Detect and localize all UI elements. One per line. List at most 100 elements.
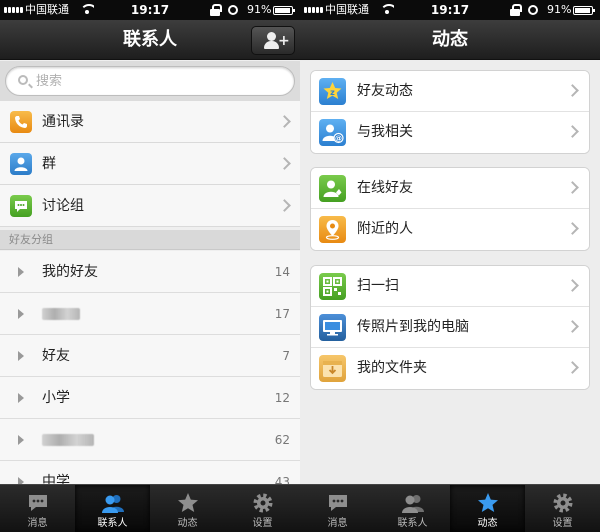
chevron-right-icon	[278, 157, 291, 170]
tab-settings[interactable]: 设置	[525, 485, 600, 532]
friend-group-row[interactable]: 62	[0, 419, 300, 461]
section-header: 好友分组	[0, 230, 300, 250]
tab-messages[interactable]: 消息	[300, 485, 375, 532]
friend-group-row[interactable]: 小学 12	[0, 377, 300, 419]
search-icon	[18, 75, 28, 85]
group-name: 好友	[42, 348, 70, 364]
svg-text:@: @	[335, 135, 342, 143]
row-address-book[interactable]: 通讯录	[0, 101, 300, 143]
row-label: 传照片到我的电脑	[357, 319, 469, 335]
svg-text:z: z	[330, 88, 335, 97]
star-icon	[177, 493, 198, 512]
contacts-icon	[401, 495, 424, 513]
expand-arrow-icon	[18, 351, 24, 361]
folder-icon	[319, 355, 346, 382]
battery-percent: 91%	[547, 3, 572, 16]
row-friend-feed[interactable]: z 好友动态	[311, 71, 589, 112]
tab-feeds[interactable]: 动态	[450, 485, 525, 532]
search-bar	[0, 61, 300, 101]
group-name: 小学	[42, 390, 70, 406]
tab-label: 设置	[252, 518, 273, 529]
feeds-card: z 好友动态 @ 与我相关	[310, 70, 590, 154]
group-name: 我的好友	[42, 264, 98, 280]
tab-label: 动态	[477, 518, 498, 529]
online-friends-icon	[319, 175, 346, 202]
tab-settings[interactable]: 设置	[225, 485, 300, 532]
row-send-photos[interactable]: 传照片到我的电脑	[311, 307, 589, 348]
search-box[interactable]	[5, 66, 295, 96]
message-icon	[28, 495, 47, 511]
row-my-folder[interactable]: 我的文件夹	[311, 348, 589, 389]
row-label: 扫一扫	[357, 278, 399, 294]
row-scan[interactable]: 扫一扫	[311, 266, 589, 307]
nav-bar: 联系人 +	[0, 20, 300, 60]
group-icon	[10, 153, 32, 175]
expand-arrow-icon	[18, 393, 24, 403]
chevron-right-icon	[566, 125, 579, 138]
chevron-right-icon	[566, 279, 579, 292]
row-label: 在线好友	[357, 180, 413, 196]
row-groups[interactable]: 群	[0, 143, 300, 185]
alarm-icon	[528, 5, 538, 15]
group-count: 7	[282, 349, 290, 363]
contacts-icon	[101, 495, 124, 513]
tab-contacts[interactable]: 联系人	[75, 485, 150, 532]
feeds-card: 扫一扫 传照片到我的电脑 我的文件夹	[310, 265, 590, 390]
status-bar: 中国联通 19:17 91%	[0, 0, 300, 20]
row-nearby[interactable]: 附近的人	[311, 209, 589, 250]
contacts-screen: 中国联通 19:17 91% 联系人 + 通讯录 群	[0, 0, 300, 532]
chevron-right-icon	[566, 320, 579, 333]
tab-label: 消息	[327, 518, 348, 529]
group-count: 12	[274, 391, 290, 405]
chevron-right-icon	[566, 84, 579, 97]
group-count: 14	[274, 265, 290, 279]
group-count: 62	[274, 433, 290, 447]
battery-level	[575, 8, 590, 13]
computer-icon	[319, 314, 346, 341]
chevron-right-icon	[566, 181, 579, 194]
chevron-right-icon	[566, 361, 579, 374]
battery-icon	[573, 6, 595, 15]
chat-icon	[10, 195, 32, 217]
chevron-right-icon	[278, 115, 291, 128]
row-label: 通讯录	[42, 114, 84, 130]
tab-bar: 消息 联系人 动态 设置	[0, 484, 300, 532]
tab-feeds[interactable]: 动态	[150, 485, 225, 532]
tab-messages[interactable]: 消息	[0, 485, 75, 532]
settings-gear-icon	[553, 493, 572, 513]
tab-label: 联系人	[97, 518, 128, 529]
redacted-group-name	[42, 434, 94, 446]
friend-feed-icon: z	[319, 78, 346, 105]
row-online-friends[interactable]: 在线好友	[311, 168, 589, 209]
nav-bar: 动态	[300, 20, 600, 60]
status-bar: 中国联通 19:17 91%	[300, 0, 600, 20]
row-label: 群	[42, 156, 56, 172]
battery-percent: 91%	[247, 3, 272, 16]
tab-label: 设置	[552, 518, 573, 529]
page-title: 动态	[432, 29, 468, 50]
expand-arrow-icon	[18, 435, 24, 445]
friend-group-row[interactable]: 我的好友 14	[0, 251, 300, 293]
friend-group-row[interactable]: 好友 7	[0, 335, 300, 377]
settings-gear-icon	[253, 493, 272, 513]
expand-arrow-icon	[18, 309, 24, 319]
qr-scan-icon	[319, 273, 346, 300]
phone-icon	[10, 111, 32, 133]
row-label: 我的文件夹	[357, 360, 427, 376]
tab-label: 消息	[27, 518, 48, 529]
chevron-right-icon	[566, 222, 579, 235]
feeds-card: 在线好友 附近的人	[310, 167, 590, 251]
row-label: 附近的人	[357, 221, 413, 237]
tab-contacts[interactable]: 联系人	[375, 485, 450, 532]
row-mentions[interactable]: @ 与我相关	[311, 112, 589, 153]
orientation-lock-icon	[510, 4, 522, 16]
row-label: 与我相关	[357, 124, 413, 140]
group-count: 17	[274, 307, 290, 321]
search-input[interactable]	[36, 71, 276, 91]
friend-group-row[interactable]: 17	[0, 293, 300, 335]
row-discussion-groups[interactable]: 讨论组	[0, 185, 300, 227]
redacted-group-name	[42, 308, 80, 320]
add-contact-button[interactable]: +	[251, 26, 295, 55]
tab-label: 动态	[177, 518, 198, 529]
alarm-icon	[228, 5, 238, 15]
